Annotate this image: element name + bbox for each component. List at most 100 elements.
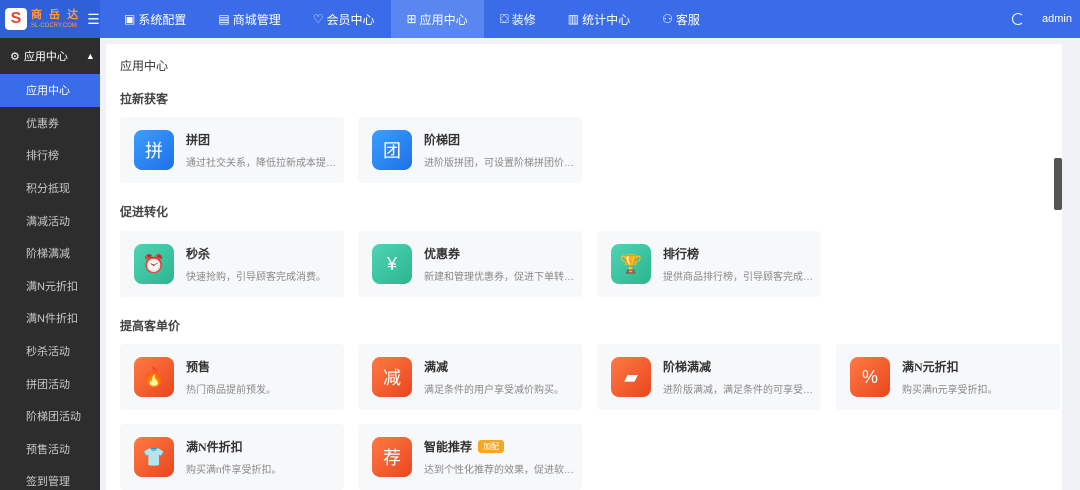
card-description: 热门商品提前预发。 [186,385,276,396]
nav-item-0[interactable]: ▣ 系统配置 [108,0,202,38]
main-content: 应用中心 拉新获客拼拼团 通过社交关系，降低拉新成本提… 团阶梯团 进阶版拼团，可设置… [106,44,1062,490]
card-title-row: 拼团 [186,131,336,148]
sidebar-item[interactable]: 满N件折扣 [0,302,100,335]
card-description: 快速抢购，引导顾客完成消费。 [186,272,326,283]
card-title-row: 排行榜 [663,245,813,262]
trophy-icon: 🏆 [611,244,651,284]
group-buy-icon: 拼 [134,130,174,170]
nav-item-3[interactable]: ⊞ 应用中心 [390,0,484,38]
nav-item-label: 系统配置 [138,12,187,27]
app-card[interactable]: 减满减 满足条件的用户享受减价购买。 [358,344,582,410]
status-badge: 加配 [478,440,505,453]
username[interactable]: admin [1042,13,1072,25]
apps-icon: ⊞ [406,12,417,26]
nav-item-6[interactable]: ⚇ 客服 [646,0,716,38]
app-card[interactable]: 🔥 预售 热门商品提前预发。 [120,344,344,410]
card-body: 预售热门商品提前预发。 [186,358,336,396]
card-title-row: 满减 [424,358,574,375]
sidebar-item[interactable]: 拼团活动 [0,367,100,400]
logo-url: SL-COCRY.COM [31,22,77,29]
card-body: 满减 满足条件的用户享受减价购买。 [424,358,574,396]
card-title: 排行榜 [663,247,700,261]
card-title: 智能推荐 [424,440,473,454]
sidebar-item[interactable]: 优惠券 [0,107,100,140]
store-icon: ▤ [218,12,230,26]
top-right-area: admin [1012,0,1072,38]
sidebar-item[interactable]: 阶梯满减 [0,237,100,270]
nav-item-4[interactable]: ⛋ 装修 [484,0,552,38]
logo-mark-icon: S [5,8,27,30]
card-title: 秒杀 [186,247,211,261]
card-title: 优惠券 [424,247,461,261]
menu-icon[interactable]: ☰ [87,11,100,28]
nav-item-label: 应用中心 [419,12,468,27]
card-title-row: 满N元折扣 [902,358,1052,375]
sidebar-item[interactable]: 满N元折扣 [0,270,100,303]
card-title-row: 智能推荐 加配 [424,438,574,455]
card-description: 进阶版满减，满足条件的可享受… [663,385,813,396]
sidebar-group-header[interactable]: ⚙ 应用中心 ▲ [0,38,100,74]
card-title: 满N元折扣 [902,360,959,374]
card-body: 智能推荐 加配 达到个性化推荐的效果，促进软… [424,438,574,476]
card-description: 购买满n元享受折扣。 [902,385,998,396]
user-icon: ⚇ [662,12,673,26]
app-card[interactable]: ▰ 阶梯满减进阶版满减，满足条件的可享受… [597,344,821,410]
card-title: 拼团 [186,133,211,147]
nav-item-2[interactable]: ♡ 会员中心 [297,0,391,38]
nav-item-label: 装修 [511,12,536,27]
app-card[interactable]: % 满N元折扣购买满n元享受折扣。 [836,344,1060,410]
tier-group-icon: 团 [372,130,412,170]
card-title: 阶梯满减 [663,360,712,374]
ticket-icon: ▰ [611,357,651,397]
section-title: 提高客单价 [120,319,181,333]
price-tag-icon: % [850,357,890,397]
gear-icon: ⚙ [10,50,20,63]
nav-item-label: 商城管理 [232,12,281,27]
sidebar-item[interactable]: 满减活动 [0,204,100,237]
card-description: 购买满n件享受折扣。 [186,465,282,476]
scrollbar[interactable] [1054,158,1062,210]
sidebar-item[interactable]: 阶梯团活动 [0,400,100,433]
card-body: 阶梯满减进阶版满减，满足条件的可享受… [663,358,813,396]
card-body: 阶梯团进阶版拼团，可设置阶梯拼团价… [424,131,574,169]
card-title-row: 阶梯满减 [663,358,813,375]
chart-icon: ▥ [567,12,580,26]
sidebar-item[interactable]: 签到管理 [0,465,100,490]
app-card[interactable]: 团阶梯团进阶版拼团，可设置阶梯拼团价… [358,117,582,183]
card-description: 通过社交关系，降低拉新成本提… [186,158,336,169]
nav-item-label: 会员中心 [326,12,375,27]
shirt-icon: 👕 [134,437,174,477]
sidebar-item[interactable]: 预售活动 [0,433,100,466]
sidebar: ⚙ 应用中心 ▲ 应用中心 优惠券 排行榜 积分抵现 满减活动 阶梯满减 满N元折扣 满N件折… [0,38,100,490]
card-description: 新建和管理优惠券，促进下单转… [424,272,574,283]
sidebar-group-label: 应用中心 [23,51,68,63]
chevron-up-icon: ▲ [85,51,95,61]
card-body: 优惠券新建和管理优惠券，促进下单转… [424,245,574,283]
nav-item-5[interactable]: ▥ 统计中心 [552,0,646,38]
discount-tag-icon: 减 [372,357,412,397]
alarm-clock-icon: ⏰ [134,244,174,284]
sidebar-item[interactable]: 秒杀活动 [0,335,100,368]
nav-item-label: 统计中心 [582,12,631,27]
sidebar-item[interactable]: 应用中心 [0,74,100,107]
app-card[interactable]: 👕 满N件折扣购买满n件享受折扣。 [120,424,344,490]
card-title-row: 阶梯团 [424,131,574,148]
card-title-row: 预售 [186,358,336,375]
monitor-icon: ▣ [124,12,136,26]
app-card[interactable]: ¥ 优惠券新建和管理优惠券，促进下单转… [358,231,582,297]
logo-name: 商 岳 达 [31,8,81,21]
logo[interactable]: S 商 岳 达 SL-COCRY.COM ☰ [0,0,100,38]
app-card[interactable]: ⏰ 秒杀快速抢购，引导顾客完成消费。 [120,231,344,297]
app-card[interactable]: 拼拼团通过社交关系，降低拉新成本提… [120,117,344,183]
sidebar-item[interactable]: 排行榜 [0,139,100,172]
refresh-icon[interactable] [1012,13,1025,25]
coupon-icon: ¥ [372,244,412,284]
card-description: 进阶版拼团，可设置阶梯拼团价… [424,158,574,169]
sidebar-item[interactable]: 积分抵现 [0,172,100,205]
app-card[interactable]: 🏆 排行榜 提供商品排行榜，引导顾客完成… [597,231,821,297]
nav-item-1[interactable]: ▤ 商城管理 [202,0,296,38]
card-title: 满N件折扣 [186,440,243,454]
card-body: 满N件折扣购买满n件享受折扣。 [186,438,336,476]
brush-icon: ⛋ [499,11,509,26]
app-card[interactable]: 荐智能推荐 加配 达到个性化推荐的效果，促进软… [358,424,582,490]
